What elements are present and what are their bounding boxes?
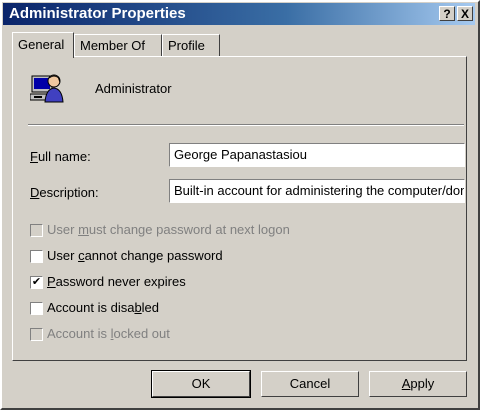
separator: [28, 124, 464, 126]
general-tab-panel: [12, 56, 467, 361]
checkbox-box[interactable]: [30, 302, 43, 315]
checkbox-box[interactable]: [30, 224, 43, 237]
user-account-name: Administrator: [95, 81, 172, 96]
checkbox-label: User must change password at next logon: [47, 222, 290, 237]
cancel-button[interactable]: Cancel: [261, 371, 359, 397]
checkbox-label: Account is disabled: [47, 300, 160, 315]
help-button[interactable]: ?: [439, 6, 455, 21]
checkbox-label: Password never expires: [47, 274, 186, 289]
title-bar[interactable]: Administrator Properties ? X: [3, 3, 475, 25]
window-title: Administrator Properties: [9, 5, 186, 22]
checkbox-box[interactable]: [30, 328, 43, 341]
checkbox-label: User cannot change password: [47, 248, 223, 263]
apply-button[interactable]: Apply: [369, 371, 467, 397]
description-field[interactable]: Built-in account for administering the c…: [169, 179, 465, 203]
full-name-field[interactable]: George Papanastasiou: [169, 143, 465, 167]
tab-profile[interactable]: Profile: [162, 34, 220, 56]
tab-general[interactable]: General: [12, 32, 74, 58]
full-name-label: Full name:: [30, 149, 91, 164]
checkbox-box[interactable]: [30, 250, 43, 263]
checkmark-icon[interactable]: ✔: [30, 276, 43, 289]
ok-button[interactable]: OK: [151, 370, 251, 398]
tab-member-of[interactable]: Member Of: [74, 34, 162, 56]
checkbox-label: Account is locked out: [47, 326, 170, 341]
user-computer-icon: [30, 74, 64, 103]
description-label: Description:: [30, 185, 99, 200]
close-button[interactable]: X: [457, 6, 473, 21]
